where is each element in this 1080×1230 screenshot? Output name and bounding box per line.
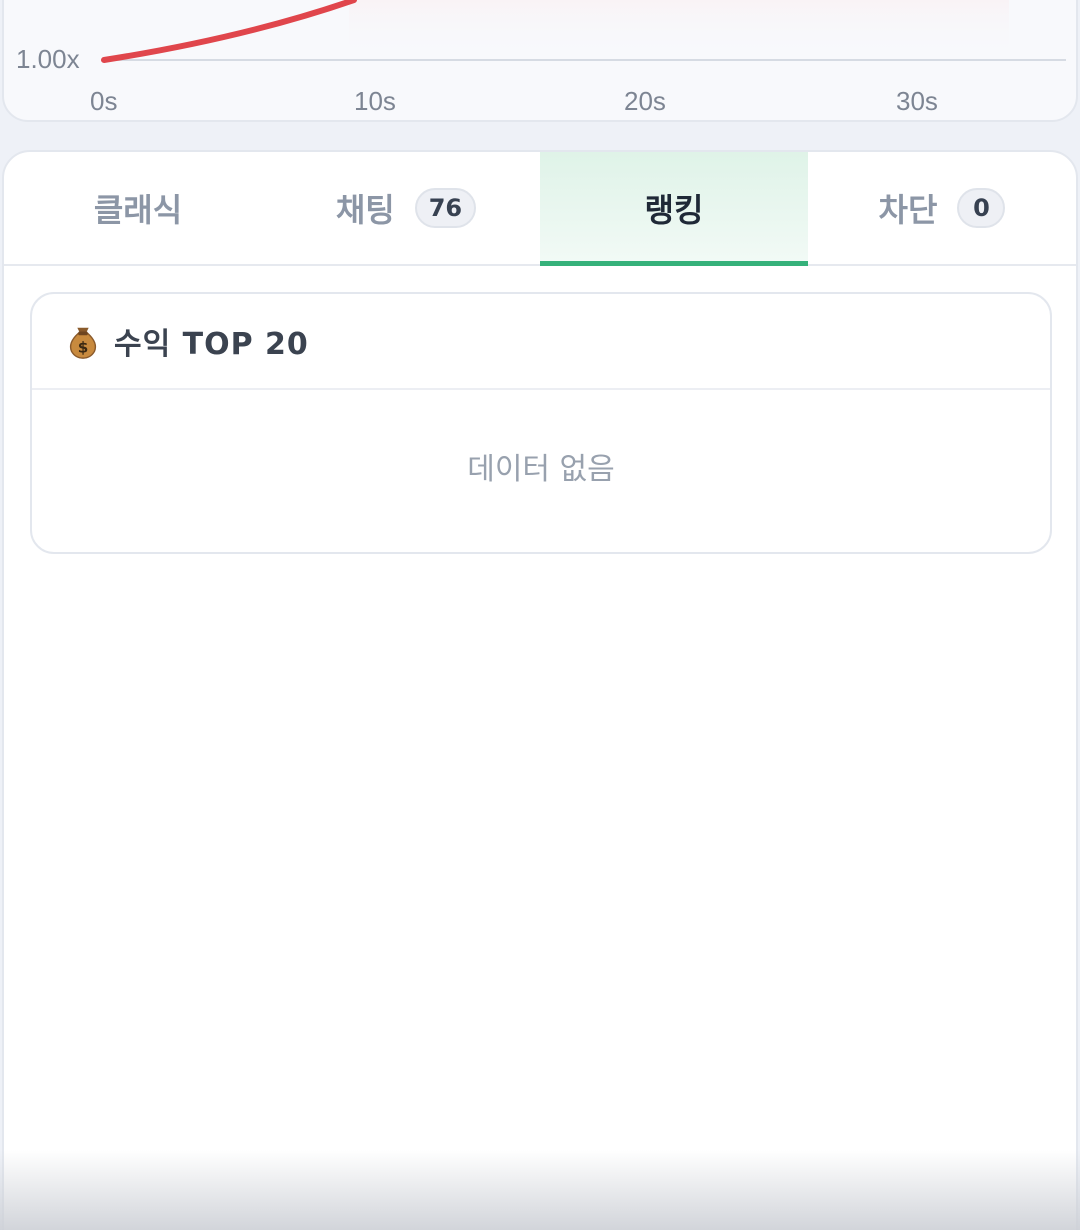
tab-chat[interactable]: 채팅 76 [272, 152, 540, 264]
money-bag-icon: $ [69, 327, 97, 359]
tab-classic[interactable]: 클래식 [4, 152, 272, 264]
x-tick-label: 30s [896, 86, 938, 116]
page: 1.00x 0s 10s 20s 30s 클래식 채팅 76 랭킹 차단 0 $… [0, 0, 1080, 1230]
ranking-title: 수익 TOP 20 [114, 327, 309, 362]
ranking-header: $ 수익 TOP 20 [32, 294, 1050, 390]
multiplier-curve [101, 0, 357, 63]
chat-count-badge: 76 [414, 188, 477, 228]
x-tick-label: 20s [624, 86, 666, 116]
empty-state-text: 데이터 없음 [467, 452, 615, 487]
tab-label: 차단 [878, 191, 938, 229]
chart-svg: 1.00x 0s 10s 20s 30s [16, 0, 1066, 116]
x-tick-label: 0s [90, 86, 117, 116]
tab-label: 클래식 [93, 191, 183, 229]
tab-label: 랭킹 [644, 191, 704, 229]
svg-text:$: $ [78, 338, 89, 356]
main-panel: 클래식 채팅 76 랭킹 차단 0 $ 수익 TOP 20 데이터 없음 [2, 150, 1078, 1230]
y-axis-label: 1.00x [16, 44, 80, 74]
tab-label: 채팅 [335, 191, 395, 229]
multiplier-chart: 1.00x 0s 10s 20s 30s [2, 0, 1078, 122]
ranking-card: $ 수익 TOP 20 데이터 없음 [30, 292, 1052, 554]
chart-area-fill [349, 0, 1009, 60]
tab-ranking[interactable]: 랭킹 [540, 152, 808, 266]
x-tick-label: 10s [354, 86, 396, 116]
blocked-count-badge: 0 [957, 188, 1006, 228]
tab-blocked[interactable]: 차단 0 [808, 152, 1076, 264]
tab-bar: 클래식 채팅 76 랭킹 차단 0 [4, 152, 1076, 266]
